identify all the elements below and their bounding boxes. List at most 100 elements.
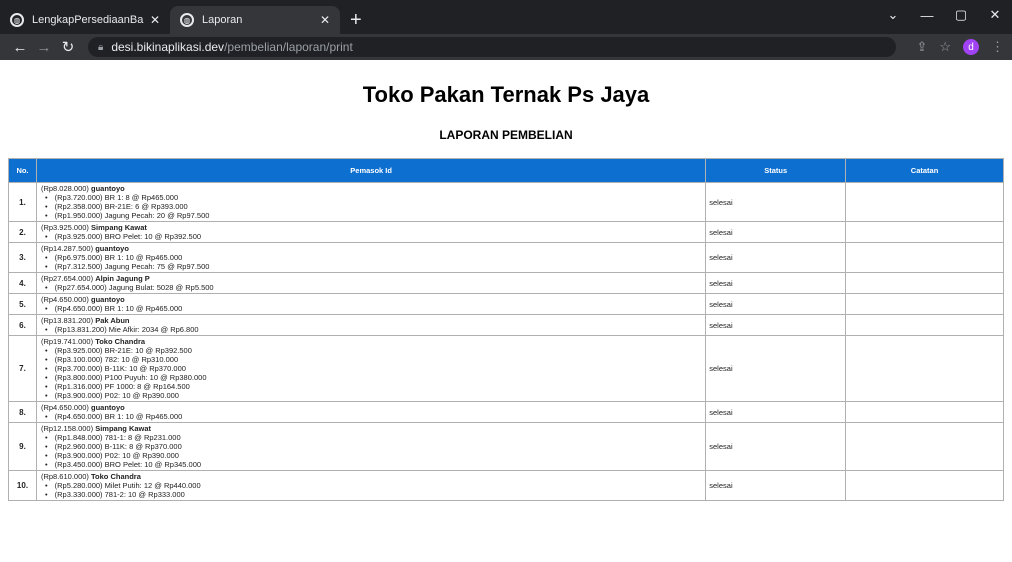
row-number: 1. — [8, 182, 37, 222]
purchase-summary: (Rp4.650.000) guantoyo — [41, 295, 701, 304]
header-pemasok-id: Pemasok Id — [35, 158, 707, 183]
globe-icon: ◍ — [180, 13, 194, 27]
lock-icon[interactable]: 🔒︎ — [98, 42, 103, 53]
purchase-total: (Rp14.287.500) — [40, 244, 94, 253]
table-row: 10.(Rp8.610.000) Toko Chandra(Rp5.280.00… — [8, 470, 1004, 501]
minimize-icon[interactable]: — — [910, 8, 944, 23]
table-row: 5. (Rp4.650.000) guantoyo(Rp4.650.000) BR… — [8, 293, 1004, 315]
line-item: (Rp3.900.000) P02: 10 @ Rp390.000 — [41, 451, 701, 460]
purchase-summary: (Rp12.158.000) Simpang Kawat — [41, 424, 701, 433]
browser-tab-pdf[interactable]: ◍ LengkapPersediaanBarang (2).pd ✕ — [0, 6, 170, 34]
purchase-summary: (Rp14.287.500) guantoyo — [41, 244, 701, 253]
restore-icon[interactable]: ▢ — [944, 7, 978, 23]
line-item: (Rp2.960.000) B-11K: 8 @ Rp370.000 — [41, 442, 701, 451]
purchase-summary: (Rp4.650.000) guantoyo — [41, 403, 701, 412]
purchase-summary: (Rp8.610.000) Toko Chandra — [41, 472, 701, 481]
forward-icon[interactable]: → — [32, 39, 56, 56]
purchase-total: (Rp12.158.000) — [40, 424, 94, 433]
line-item: (Rp3.900.000) P02: 10 @ Rp390.000 — [41, 391, 701, 400]
url-path: /pembelian/laporan/print — [224, 40, 353, 54]
line-item: (Rp3.925.000) BR-21E: 10 @ Rp392.500 — [41, 346, 701, 355]
globe-icon: ◍ — [10, 13, 24, 27]
supplier-name: Toko Chandra — [91, 472, 141, 481]
purchase-detail: (Rp12.158.000) Simpang Kawat(Rp1.848.000… — [35, 422, 707, 471]
supplier-name: Simpang Kawat — [91, 223, 147, 232]
purchase-total: (Rp8.028.000) — [40, 184, 89, 193]
purchase-report-table: No. Pemasok Id Status Catatan 1. (Rp8.028… — [8, 158, 1004, 501]
url-host: desi.bikinaplikasi.dev — [111, 40, 225, 54]
row-number: 4. — [8, 272, 37, 294]
line-item: (Rp2.358.000) BR-21E: 6 @ Rp393.000 — [41, 202, 701, 211]
note-cell — [845, 470, 1004, 501]
status-cell: selesai — [705, 314, 847, 336]
toolbar-actions: ⇪ ☆ d ⋮ — [904, 39, 1004, 55]
purchase-total: (Rp19.741.000) — [40, 337, 94, 346]
line-item: (Rp4.650.000) BR 1: 10 @ Rp465.000 — [41, 412, 701, 421]
purchase-detail: (Rp8.028.000) guantoyo(Rp3.720.000) BR 1… — [35, 182, 707, 222]
close-icon[interactable]: ✕ — [320, 13, 330, 27]
tab-search-icon[interactable]: ⌄ — [876, 7, 910, 23]
url-field[interactable]: 🔒︎ desi.bikinaplikasi.dev/pembelian/lapo… — [88, 37, 897, 57]
note-cell — [845, 272, 1004, 294]
row-number: 10. — [8, 470, 37, 501]
supplier-name: guantoyo — [91, 403, 125, 412]
line-item: (Rp3.925.000) BRO Pelet: 10 @ Rp392.500 — [41, 232, 701, 241]
supplier-name: Alpin Jagung P — [95, 274, 150, 283]
header-catatan: Catatan — [845, 158, 1004, 183]
browser-tab-strip: ◍ LengkapPersediaanBarang (2).pd ✕ ◍ Lap… — [0, 0, 1012, 34]
purchase-detail: (Rp13.831.200) Pak Abun(Rp13.831.200) Mi… — [35, 314, 707, 336]
table-row: 6.(Rp13.831.200) Pak Abun(Rp13.831.200) … — [8, 314, 1004, 336]
row-number: 8. — [8, 401, 37, 423]
status-cell: selesai — [705, 401, 847, 423]
report-title: LAPORAN PEMBELIAN — [439, 128, 573, 142]
row-number: 7. — [8, 335, 37, 402]
purchase-total: (Rp4.650.000) — [40, 403, 89, 412]
close-window-icon[interactable]: ✕ — [978, 7, 1012, 23]
purchase-detail: (Rp3.925.000) Simpang Kawat(Rp3.925.000)… — [35, 221, 707, 243]
status-cell: selesai — [705, 335, 847, 402]
line-item: (Rp1.316.000) PF 1000: 8 @ Rp164.500 — [41, 382, 701, 391]
line-item: (Rp4.650.000) BR 1: 10 @ Rp465.000 — [41, 304, 701, 313]
note-cell — [845, 293, 1004, 315]
line-item: (Rp13.831.200) Mie Afkir: 2034 @ Rp6.800 — [41, 325, 701, 334]
profile-avatar[interactable]: d — [963, 39, 979, 55]
line-item: (Rp7.312.500) Jagung Pecah: 75 @ Rp97.50… — [41, 262, 701, 271]
purchase-detail: (Rp4.650.000) guantoyo(Rp4.650.000) BR 1… — [35, 401, 707, 423]
line-item: (Rp27.654.000) Jagung Bulat: 5028 @ Rp5.… — [41, 283, 701, 292]
note-cell — [845, 422, 1004, 471]
purchase-total: (Rp8.610.000) — [40, 472, 89, 481]
purchase-summary: (Rp3.925.000) Simpang Kawat — [41, 223, 701, 232]
note-cell — [845, 242, 1004, 273]
supplier-name: guantoyo — [91, 184, 125, 193]
bookmark-star-icon[interactable]: ☆ — [939, 39, 951, 55]
line-item: (Rp6.975.000) BR 1: 10 @ Rp465.000 — [41, 253, 701, 262]
header-no: No. — [8, 158, 37, 183]
purchase-detail: (Rp14.287.500) guantoyo(Rp6.975.000) BR … — [35, 242, 707, 273]
back-icon[interactable]: ← — [8, 39, 32, 56]
table-row: 9.(Rp12.158.000) Simpang Kawat(Rp1.848.0… — [8, 422, 1004, 471]
note-cell — [845, 335, 1004, 402]
note-cell — [845, 314, 1004, 336]
table-row: 4.(Rp27.654.000) Alpin Jagung P(Rp27.654… — [8, 272, 1004, 294]
reload-icon[interactable]: ↻ — [56, 38, 80, 56]
purchase-total: (Rp13.831.200) — [40, 316, 94, 325]
note-cell — [845, 182, 1004, 222]
line-item: (Rp5.280.000) Milet Putih: 12 @ Rp440.00… — [41, 481, 701, 490]
line-item: (Rp1.848.000) 781-1: 8 @ Rp231.000 — [41, 433, 701, 442]
purchase-detail: (Rp27.654.000) Alpin Jagung P(Rp27.654.0… — [35, 272, 707, 294]
table-row: 3.(Rp14.287.500) guantoyo(Rp6.975.000) B… — [8, 242, 1004, 273]
line-item: (Rp3.100.000) 782: 10 @ Rp310.000 — [41, 355, 701, 364]
status-cell: selesai — [705, 242, 847, 273]
new-tab-button[interactable]: + — [340, 6, 372, 34]
store-name: Toko Pakan Ternak Ps Jaya — [362, 82, 650, 107]
menu-kebab-icon[interactable]: ⋮ — [991, 39, 1004, 55]
share-icon[interactable]: ⇪ — [916, 39, 927, 55]
close-icon[interactable]: ✕ — [150, 13, 160, 27]
purchase-summary: (Rp13.831.200) Pak Abun — [41, 316, 701, 325]
browser-tab-laporan[interactable]: ◍ Laporan ✕ — [170, 6, 340, 34]
row-number: 5. — [8, 293, 37, 315]
purchase-summary: (Rp19.741.000) Toko Chandra — [41, 337, 701, 346]
table-header-row: No. Pemasok Id Status Catatan — [8, 158, 1004, 183]
status-cell: selesai — [705, 272, 847, 294]
status-cell: selesai — [705, 293, 847, 315]
